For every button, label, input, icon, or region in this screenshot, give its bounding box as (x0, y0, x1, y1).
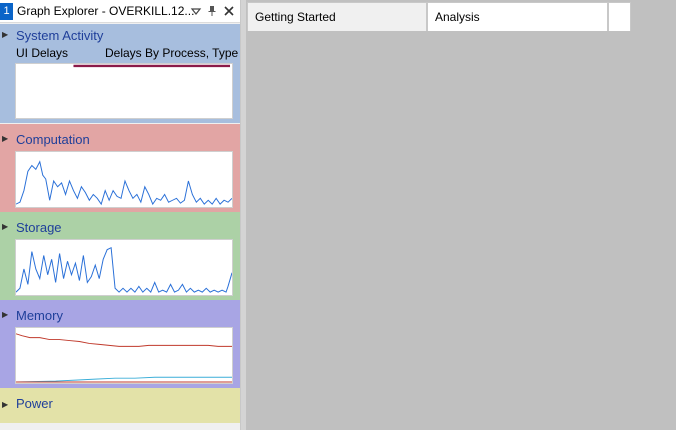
section-memory: ▶ Memory (0, 300, 240, 388)
expand-arrow-icon[interactable]: ▶ (2, 222, 8, 231)
section-power: ▶ Power (0, 388, 240, 423)
section-system-activity: ▶ System Activity UI Delays Delays By Pr… (0, 24, 240, 123)
tab-analysis[interactable]: Analysis (427, 2, 608, 31)
panel-titlebar: 1 Graph Explorer - OVERKILL.12... (0, 0, 240, 23)
panel-number-badge: 1 (0, 3, 13, 20)
system-activity-graph[interactable] (15, 63, 233, 119)
tab-bar: Getting Started Analysis (246, 0, 676, 32)
tab-empty[interactable] (608, 2, 631, 31)
section-title[interactable]: System Activity (16, 28, 103, 44)
tab-getting-started[interactable]: Getting Started (247, 2, 427, 31)
analysis-canvas[interactable] (246, 32, 676, 430)
section-title[interactable]: Memory (16, 308, 63, 324)
expand-arrow-icon[interactable]: ▶ (2, 310, 8, 319)
ui-delays-label: UI Delays (16, 46, 69, 60)
storage-graph[interactable] (15, 239, 233, 296)
memory-graph[interactable] (15, 327, 233, 384)
close-icon[interactable] (222, 4, 236, 18)
pin-icon[interactable] (205, 4, 219, 18)
expand-arrow-icon[interactable]: ▶ (2, 30, 8, 39)
panel-title: Graph Explorer - OVERKILL.12... (17, 4, 195, 18)
section-storage: ▶ Storage (0, 212, 240, 300)
graph-explorer-panel: 1 Graph Explorer - OVERKILL.12... ▶ Syst… (0, 0, 240, 430)
delays-by-process-label: Delays By Process, Type (105, 46, 239, 60)
dropdown-icon[interactable] (189, 4, 203, 18)
section-title[interactable]: Storage (16, 220, 62, 236)
section-computation: ▶ Computation (0, 124, 240, 212)
section-title[interactable]: Power (16, 396, 53, 412)
expand-arrow-icon[interactable]: ▶ (2, 134, 8, 143)
computation-graph[interactable] (15, 151, 233, 208)
section-title[interactable]: Computation (16, 132, 90, 148)
expand-arrow-icon[interactable]: ▶ (2, 400, 8, 409)
